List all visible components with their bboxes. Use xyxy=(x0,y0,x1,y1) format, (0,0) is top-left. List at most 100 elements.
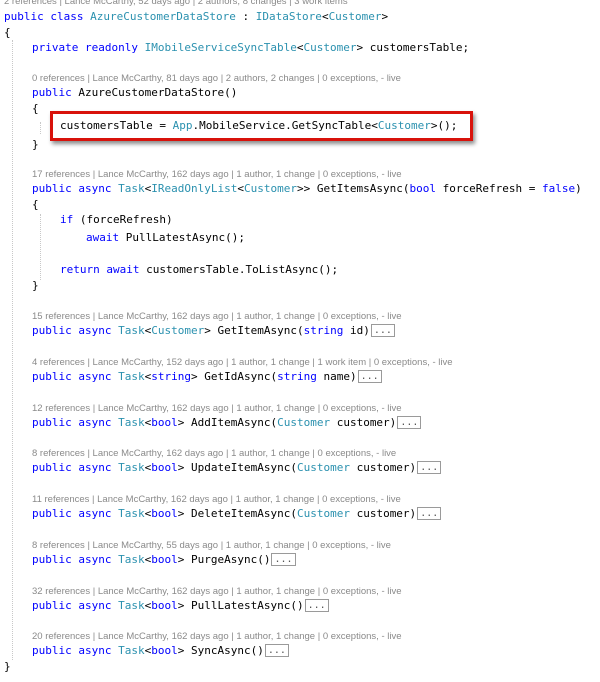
code-lens[interactable]: 8 references | Lance McCarthy, 162 days … xyxy=(32,447,396,461)
collapsed-region-button[interactable]: ... xyxy=(417,507,442,520)
code-lens[interactable]: 8 references | Lance McCarthy, 55 days a… xyxy=(32,539,391,553)
type-name: Task xyxy=(118,644,145,657)
keyword: bool xyxy=(151,599,178,612)
method-signature: > GetItemAsync( xyxy=(204,324,304,337)
code-lens[interactable]: 20 references | Lance McCarthy, 162 days… xyxy=(32,630,402,644)
brace-close: } xyxy=(32,279,39,292)
keyword: return xyxy=(60,263,100,276)
collapsed-region-button[interactable]: ... xyxy=(397,416,422,429)
punctuation: < xyxy=(321,10,329,23)
type-name: Customer xyxy=(243,182,297,195)
code-lens[interactable]: 12 references | Lance McCarthy, 162 days… xyxy=(32,402,402,416)
code-lens[interactable]: 32 references | Lance McCarthy, 162 days… xyxy=(32,585,402,599)
type-name: Task xyxy=(118,370,145,383)
keyword: public xyxy=(32,507,72,520)
keyword: async xyxy=(78,461,112,474)
keyword: public xyxy=(32,553,72,566)
class-declaration: public class AzureCustomerDataStore : ID… xyxy=(4,9,388,25)
keyword: await xyxy=(86,231,120,244)
collapsed-region-button[interactable]: ... xyxy=(370,324,395,337)
punctuation: > xyxy=(381,10,389,23)
keyword: public xyxy=(32,182,72,195)
method-signature: > GetIdAsync( xyxy=(191,370,278,383)
method-declaration: public async Task<Customer> GetItemAsync… xyxy=(32,323,395,339)
collapsed-region-button[interactable]: ... xyxy=(304,599,329,612)
call: customersTable.ToListAsync(); xyxy=(139,263,339,276)
code-lens[interactable]: 15 references | Lance McCarthy, 162 days… xyxy=(32,310,402,324)
collapsed-region-button[interactable]: ... xyxy=(417,461,442,474)
keyword: string xyxy=(303,324,344,337)
parameter: forceRefresh = xyxy=(436,182,543,195)
indent-guide xyxy=(40,122,41,134)
keyword: public xyxy=(32,324,72,337)
method-declaration: public async Task<bool> SyncAsync()... xyxy=(32,643,289,659)
keyword: string xyxy=(151,370,191,383)
keyword: public xyxy=(32,599,72,612)
highlight-box xyxy=(50,111,473,141)
type-name: IReadOnlyList xyxy=(151,182,238,195)
keyword: public xyxy=(32,416,72,429)
keyword: bool xyxy=(151,644,178,657)
type-name: IMobileServiceSyncTable xyxy=(144,41,297,54)
keyword: await xyxy=(106,263,140,276)
keyword: public xyxy=(32,644,72,657)
parameter: customer) xyxy=(349,507,417,520)
field-declaration: private readonly IMobileServiceSyncTable… xyxy=(32,40,469,56)
class-name: AzureCustomerDataStore xyxy=(90,10,236,23)
keyword: public xyxy=(32,86,72,99)
type-name: Task xyxy=(118,416,145,429)
method-signature: > SyncAsync() xyxy=(177,644,264,657)
keyword: bool xyxy=(409,182,437,195)
code-lens[interactable]: 0 references | Lance McCarthy, 81 days a… xyxy=(32,72,401,86)
await-statement: await PullLatestAsync(); xyxy=(86,230,245,246)
keyword: readonly xyxy=(84,41,138,54)
parameter: id) xyxy=(343,324,370,337)
method-signature: > DeleteItemAsync( xyxy=(177,507,297,520)
keyword: public xyxy=(32,461,72,474)
type-name: Task xyxy=(118,182,145,195)
code-lens[interactable]: 2 references | Lance McCarthy, 52 days a… xyxy=(4,0,348,9)
interface-name: IDataStore xyxy=(255,10,322,23)
method-signature: > PullLatestAsync() xyxy=(177,599,304,612)
method-signature: > UpdateItemAsync( xyxy=(177,461,297,474)
keyword: async xyxy=(78,182,112,195)
type-name: Task xyxy=(118,461,145,474)
keyword: async xyxy=(78,644,112,657)
type-name: Customer xyxy=(303,41,357,54)
condition: (forceRefresh) xyxy=(73,213,173,226)
code-lens[interactable]: 11 references | Lance McCarthy, 162 days… xyxy=(32,493,401,507)
code-lens[interactable]: 4 references | Lance McCarthy, 152 days … xyxy=(32,356,453,370)
constructor-name: AzureCustomerDataStore() xyxy=(78,86,238,99)
method-declaration: public async Task<IReadOnlyList<Customer… xyxy=(32,181,582,197)
brace-close: } xyxy=(4,660,11,673)
field-rest: > customersTable; xyxy=(356,41,470,54)
method-declaration: public async Task<bool> UpdateItemAsync(… xyxy=(32,460,442,476)
method-declaration: public async Task<bool> AddItemAsync(Cus… xyxy=(32,415,422,431)
keyword: bool xyxy=(151,461,178,474)
keyword: async xyxy=(78,553,112,566)
type-name: Customer xyxy=(151,324,205,337)
parameter: customer) xyxy=(349,461,417,474)
brace-close: } xyxy=(32,138,39,151)
type-name: Customer xyxy=(328,10,382,23)
method-declaration: public async Task<bool> DeleteItemAsync(… xyxy=(32,506,442,522)
type-name: Customer xyxy=(277,416,331,429)
keyword: async xyxy=(78,416,112,429)
type-name: Customer xyxy=(296,507,350,520)
collapsed-region-button[interactable]: ... xyxy=(271,553,296,566)
type-name: Task xyxy=(118,599,145,612)
code-editor[interactable]: 2 references | Lance McCarthy, 52 days a… xyxy=(0,0,600,682)
keyword: async xyxy=(78,599,112,612)
method-declaration: public async Task<bool> PurgeAsync()... xyxy=(32,552,296,568)
keyword: async xyxy=(78,507,112,520)
keyword: bool xyxy=(151,416,178,429)
return-statement: return await customersTable.ToListAsync(… xyxy=(60,262,338,278)
collapsed-region-button[interactable]: ... xyxy=(264,644,289,657)
if-statement: if (forceRefresh) xyxy=(60,212,173,228)
code-lens[interactable]: 17 references | Lance McCarthy, 162 days… xyxy=(32,168,402,182)
type-name: Task xyxy=(118,324,145,337)
collapsed-region-button[interactable]: ... xyxy=(357,370,382,383)
punctuation: < xyxy=(296,41,304,54)
punctuation: : xyxy=(235,10,256,23)
keyword: public xyxy=(32,370,72,383)
